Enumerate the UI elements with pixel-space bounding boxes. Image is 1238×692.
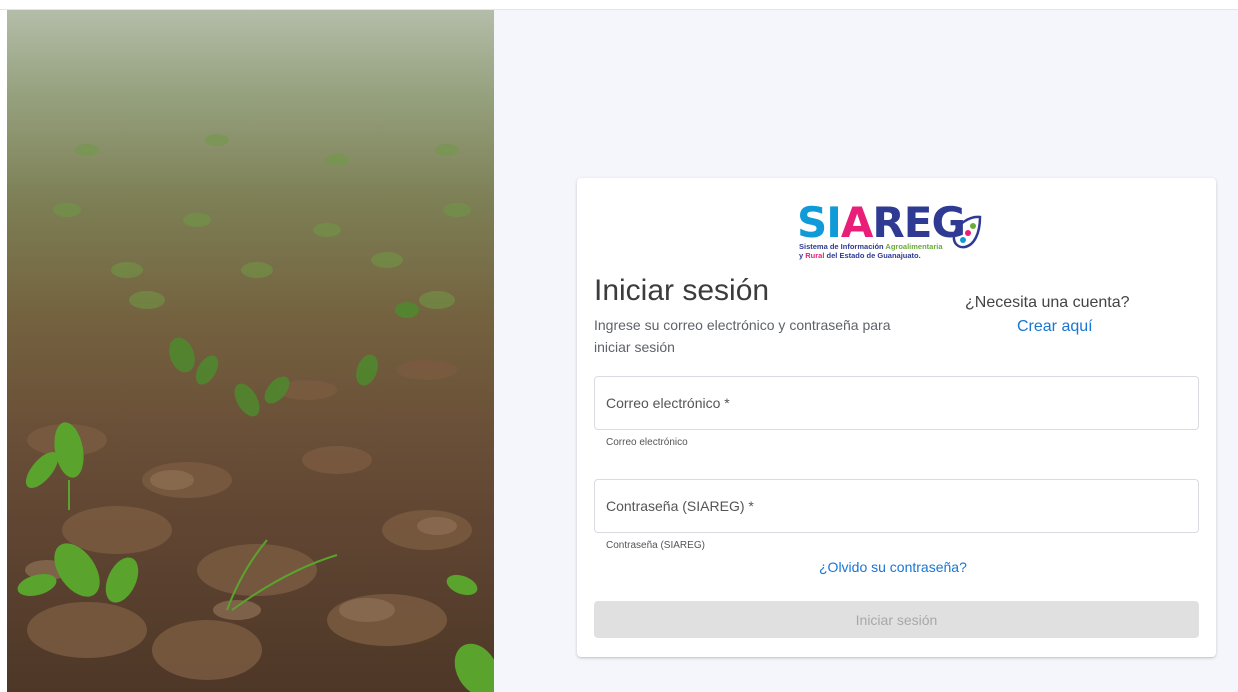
- need-account-text: ¿Necesita una cuenta?: [965, 294, 1130, 311]
- password-helper-text: Contraseña (SIAREG): [606, 540, 705, 551]
- login-card: SIAREG Sistema de Información Agroalimen…: [577, 178, 1216, 657]
- email-field[interactable]: [594, 376, 1199, 430]
- login-submit-button[interactable]: Iniciar sesión: [594, 601, 1199, 638]
- logo-letters-si: SI: [797, 198, 842, 247]
- logo-tag-2c: del Estado de Guanajuato.: [824, 251, 921, 260]
- hero-image: [7, 10, 494, 692]
- logo-wordmark: SIAREG: [797, 198, 966, 248]
- field-seedlings-photo: [17, 134, 494, 692]
- siareg-logo: SIAREG Sistema de Información Agroalimen…: [797, 198, 1007, 260]
- forgot-password-link[interactable]: ¿Olvido su contraseña?: [819, 559, 967, 575]
- page-title: Iniciar sesión: [594, 274, 770, 307]
- logo-letter-a: A: [840, 198, 874, 247]
- page-subtitle: Ingrese su correo electrónico y contrase…: [594, 317, 891, 355]
- email-helper-text: Correo electrónico: [606, 437, 688, 448]
- logo-tag-2b: Rural: [805, 251, 825, 260]
- password-input[interactable]: [595, 480, 1198, 532]
- logo-tagline: Sistema de Información Agroalimentaria y…: [799, 242, 943, 260]
- logo-tag-1b: Agroalimentaria: [885, 242, 943, 251]
- logo-mark-icon: [952, 215, 982, 249]
- create-account-link[interactable]: Crear aquí: [1017, 318, 1093, 336]
- logo-tag-1a: Sistema de Información: [799, 242, 886, 251]
- email-input[interactable]: [595, 377, 1198, 429]
- password-field[interactable]: [594, 479, 1199, 533]
